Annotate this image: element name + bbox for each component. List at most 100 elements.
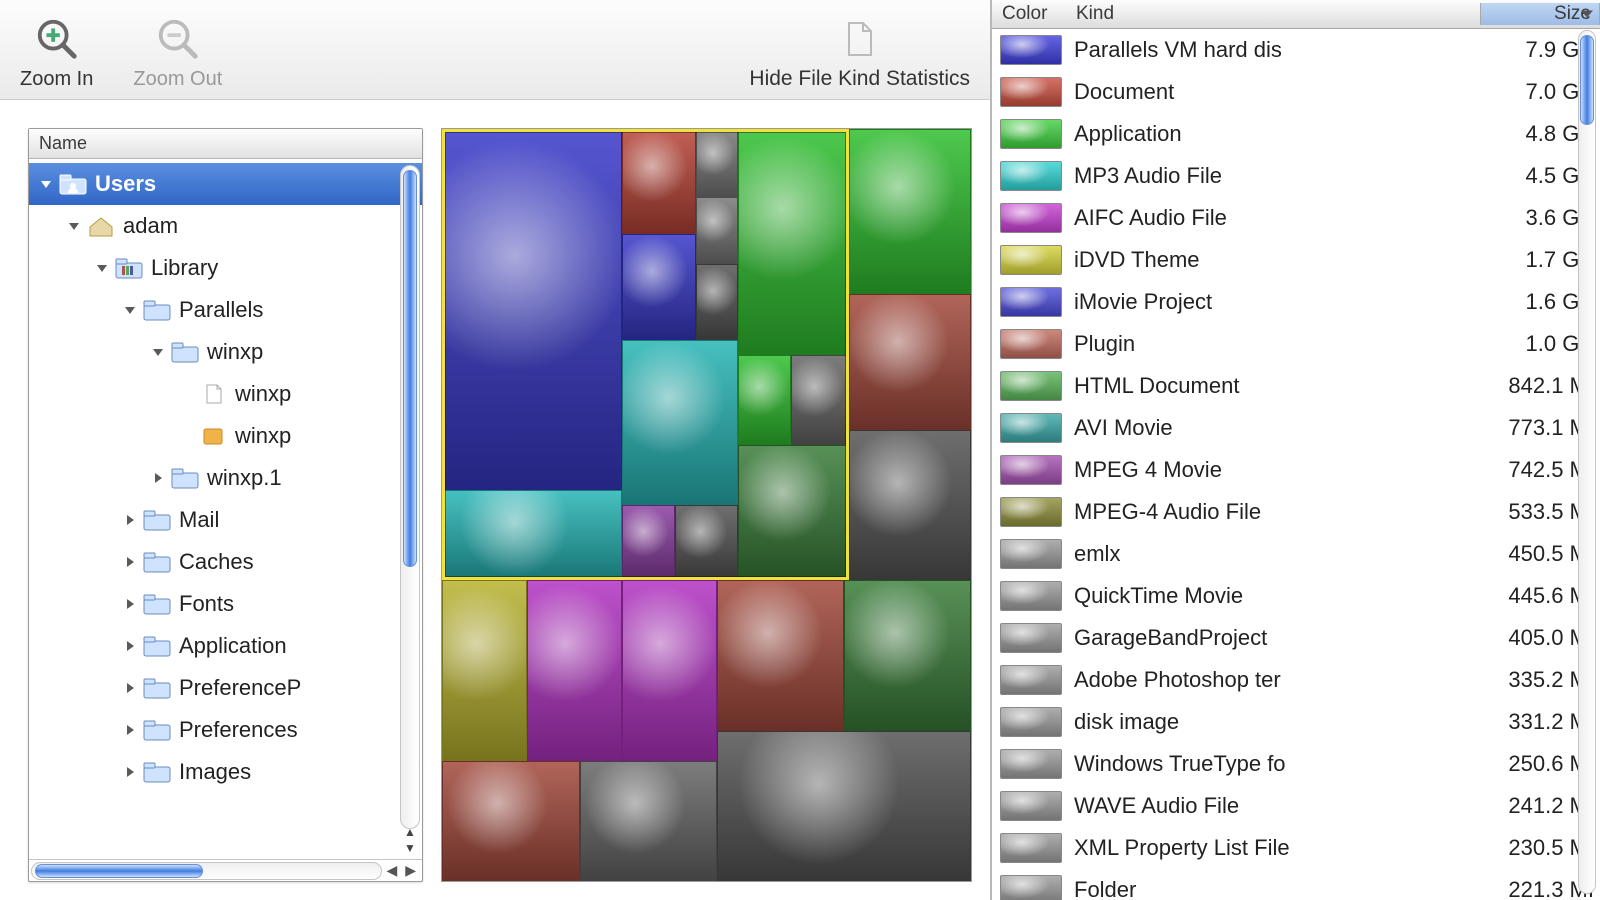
stat-row[interactable]: Plugin1.0 GB [992, 323, 1600, 365]
stat-row[interactable]: Adobe Photoshop ter335.2 MI [992, 659, 1600, 701]
stat-row[interactable]: HTML Document842.1 MI [992, 365, 1600, 407]
tree-row[interactable]: adam [29, 205, 422, 247]
treemap-block[interactable] [844, 580, 971, 730]
treemap-block[interactable] [622, 129, 696, 234]
stat-row[interactable]: AIFC Audio File3.6 GB [992, 197, 1600, 239]
disclosure-right-icon[interactable] [123, 765, 137, 779]
treemap-block[interactable] [622, 505, 675, 580]
treemap-block[interactable] [738, 129, 849, 355]
stat-row[interactable]: AVI Movie773.1 MI [992, 407, 1600, 449]
stat-row[interactable]: disk image331.2 MI [992, 701, 1600, 743]
color-swatch [1000, 413, 1062, 443]
stat-row[interactable]: Folder221.3 MI [992, 869, 1600, 900]
tree-row[interactable]: Caches [29, 541, 422, 583]
treemap-block[interactable] [849, 129, 971, 294]
treemap-block[interactable] [442, 761, 580, 881]
tree-scroll-arrows[interactable]: ▲ ▼ [400, 825, 420, 855]
stats-header-size[interactable]: Size [1480, 3, 1600, 25]
scroll-down-icon[interactable]: ▼ [400, 841, 420, 855]
tree-row[interactable]: Library [29, 247, 422, 289]
stat-row[interactable]: QuickTime Movie445.6 MI [992, 575, 1600, 617]
treemap-block[interactable] [622, 234, 696, 339]
tree-list[interactable]: UsersadamLibraryParallelswinxpwinxpwinxp… [29, 159, 422, 803]
disclosure-right-icon[interactable] [151, 471, 165, 485]
stat-row[interactable]: Document7.0 GB [992, 71, 1600, 113]
treemap-block[interactable] [738, 355, 791, 445]
disclosure-down-icon[interactable] [95, 261, 109, 275]
zoom-in-button[interactable]: Zoom In [20, 16, 93, 91]
treemap-block[interactable] [442, 490, 622, 580]
stat-kind-label: Application [1074, 121, 1480, 147]
tree-row[interactable]: winxp.1 [29, 457, 422, 499]
treemap-block[interactable] [849, 294, 971, 429]
disclosure-down-icon[interactable] [67, 219, 81, 233]
treemap-block[interactable] [442, 129, 622, 490]
scroll-right-icon[interactable]: ▶ [401, 862, 420, 879]
treemap-block[interactable] [622, 340, 738, 505]
treemap-block[interactable] [696, 264, 738, 339]
disclosure-down-icon[interactable] [151, 345, 165, 359]
stat-row[interactable]: iDVD Theme1.7 GB [992, 239, 1600, 281]
zoom-out-button[interactable]: Zoom Out [133, 16, 222, 91]
stats-header-color[interactable]: Color [992, 3, 1072, 25]
treemap-block[interactable] [442, 580, 527, 760]
treemap-panel[interactable] [441, 128, 972, 882]
disclosure-right-icon[interactable] [123, 555, 137, 569]
tree-horizontal-scrollbar[interactable]: ◀ ▶ [29, 859, 422, 881]
treemap-block[interactable] [738, 445, 849, 580]
stat-row[interactable]: XML Property List File230.5 MI [992, 827, 1600, 869]
stat-row[interactable]: Parallels VM hard dis7.9 GB [992, 29, 1600, 71]
tree-row[interactable]: Mail [29, 499, 422, 541]
treemap-block[interactable] [849, 430, 971, 580]
stat-row[interactable]: MPEG 4 Movie742.5 MI [992, 449, 1600, 491]
disclosure-right-icon[interactable] [123, 681, 137, 695]
stat-row[interactable]: iMovie Project1.6 GB [992, 281, 1600, 323]
scroll-left-icon[interactable]: ◀ [382, 862, 401, 879]
color-swatch [1000, 161, 1062, 191]
stat-row[interactable]: emlx450.5 MI [992, 533, 1600, 575]
treemap-block[interactable] [791, 355, 849, 445]
tree-row[interactable]: Application [29, 625, 422, 667]
disclosure-right-icon[interactable] [123, 513, 137, 527]
treemap-block[interactable] [622, 580, 717, 760]
treemap-block[interactable] [527, 580, 622, 760]
scroll-up-icon[interactable]: ▲ [400, 825, 420, 839]
treemap-block[interactable] [675, 505, 738, 580]
tree-column-header-name[interactable]: Name [29, 129, 422, 159]
tree-row[interactable]: Parallels [29, 289, 422, 331]
stat-row[interactable]: MP3 Audio File4.5 GB [992, 155, 1600, 197]
tree-row[interactable]: Users [29, 163, 422, 205]
treemap-block[interactable] [717, 580, 844, 730]
stat-row[interactable]: Application4.8 GB [992, 113, 1600, 155]
scroll-thumb[interactable] [403, 170, 417, 567]
scroll-thumb[interactable] [35, 864, 203, 878]
treemap-block[interactable] [696, 129, 738, 197]
treemap-block[interactable] [717, 731, 971, 881]
stat-row[interactable]: GarageBandProject405.0 MI [992, 617, 1600, 659]
tree-row[interactable]: winxp [29, 373, 422, 415]
stat-row[interactable]: WAVE Audio File241.2 MI [992, 785, 1600, 827]
disclosure-right-icon[interactable] [123, 639, 137, 653]
tree-row[interactable]: PreferenceP [29, 667, 422, 709]
tree-row[interactable]: winxp [29, 331, 422, 373]
tree-row[interactable]: winxp [29, 415, 422, 457]
tree-row[interactable]: Images [29, 751, 422, 793]
stats-vertical-scrollbar[interactable] [1578, 30, 1596, 894]
stats-header-kind[interactable]: Kind [1072, 3, 1480, 25]
scroll-track[interactable] [31, 862, 382, 880]
tree-vertical-scrollbar[interactable] [400, 165, 420, 829]
stats-list[interactable]: Parallels VM hard dis7.9 GBDocument7.0 G… [992, 29, 1600, 900]
stat-row[interactable]: MPEG-4 Audio File533.5 MI [992, 491, 1600, 533]
tree-row[interactable]: Preferences [29, 709, 422, 751]
disclosure-down-icon[interactable] [39, 177, 53, 191]
disclosure-right-icon[interactable] [123, 723, 137, 737]
stat-row[interactable]: Windows TrueType fo250.6 MI [992, 743, 1600, 785]
hide-file-kind-stats-button[interactable]: Hide File Kind Statistics [749, 21, 970, 91]
tree-row[interactable]: Fonts [29, 583, 422, 625]
disclosure-right-icon[interactable] [123, 597, 137, 611]
treemap-block[interactable] [580, 761, 718, 881]
disclosure-down-icon[interactable] [123, 303, 137, 317]
scroll-thumb[interactable] [1580, 35, 1594, 125]
treemap[interactable] [442, 129, 971, 881]
treemap-block[interactable] [696, 197, 738, 265]
